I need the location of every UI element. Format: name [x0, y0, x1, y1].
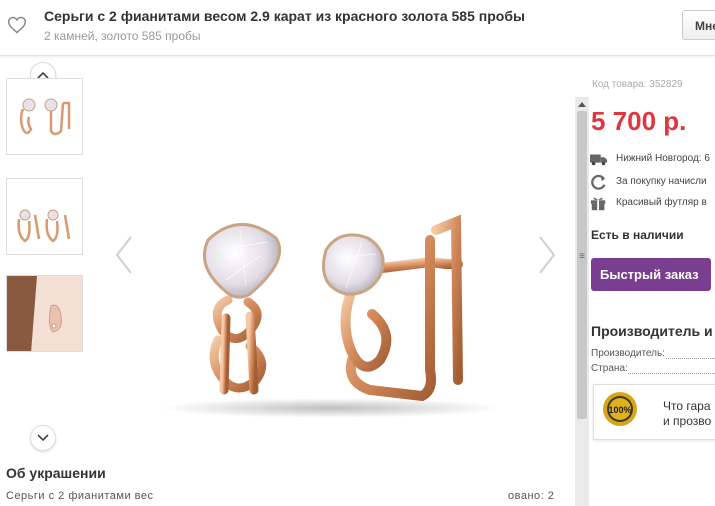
product-sku: Код товара: 352829 [592, 79, 683, 90]
product-price: 5 700 р. [591, 106, 687, 136]
quick-order-button[interactable]: Быстрый заказ [591, 258, 711, 291]
header-menu-button[interactable]: Мне [682, 10, 715, 40]
about-title: Об украшении [6, 465, 106, 481]
producer-row: Производитель: [591, 348, 715, 359]
product-subtitle: 2 камней, золото 585 пробы [44, 29, 201, 43]
product-title: Серьги с 2 фианитами весом 2.9 карат из … [44, 8, 525, 24]
manufacturer-title: Производитель и [591, 323, 713, 339]
producer-label: Производитель: [591, 348, 665, 359]
chevron-down-icon[interactable] [30, 425, 56, 451]
about-description-right: овано: 2 [508, 490, 555, 502]
heart-icon[interactable] [7, 15, 27, 35]
scrollbar[interactable] [575, 97, 589, 506]
guarantee-seal-icon: 100% [603, 392, 637, 426]
country-label: Страна: [591, 363, 628, 374]
about-description: Серьги с 2 фианитами вес [6, 490, 154, 502]
guarantee-box[interactable]: 100% Что гара и прозво [593, 384, 715, 440]
product-header: Серьги с 2 фианитами весом 2.9 карат из … [0, 0, 715, 56]
scroll-grip: ≡ [579, 251, 585, 262]
country-row: Страна: [591, 363, 715, 374]
thumbnail-side[interactable] [6, 178, 83, 255]
product-image [160, 214, 500, 418]
refresh-icon [591, 174, 606, 190]
truck-icon [590, 154, 608, 166]
scroll-thumb[interactable] [577, 111, 587, 419]
thumbnail-list [0, 62, 90, 460]
gift-icon [590, 197, 606, 211]
svg-text:100%: 100% [608, 405, 631, 415]
guarantee-text: Что гара и прозво [663, 399, 712, 428]
product-sidebar: Код товара: 352829 5 700 р. Нижний Новго… [590, 76, 715, 506]
stock-status: Есть в наличии [591, 228, 684, 242]
thumbnail-model[interactable] [6, 275, 83, 352]
thumbnail-front[interactable] [6, 78, 83, 155]
scroll-up-arrow[interactable] [575, 97, 589, 111]
